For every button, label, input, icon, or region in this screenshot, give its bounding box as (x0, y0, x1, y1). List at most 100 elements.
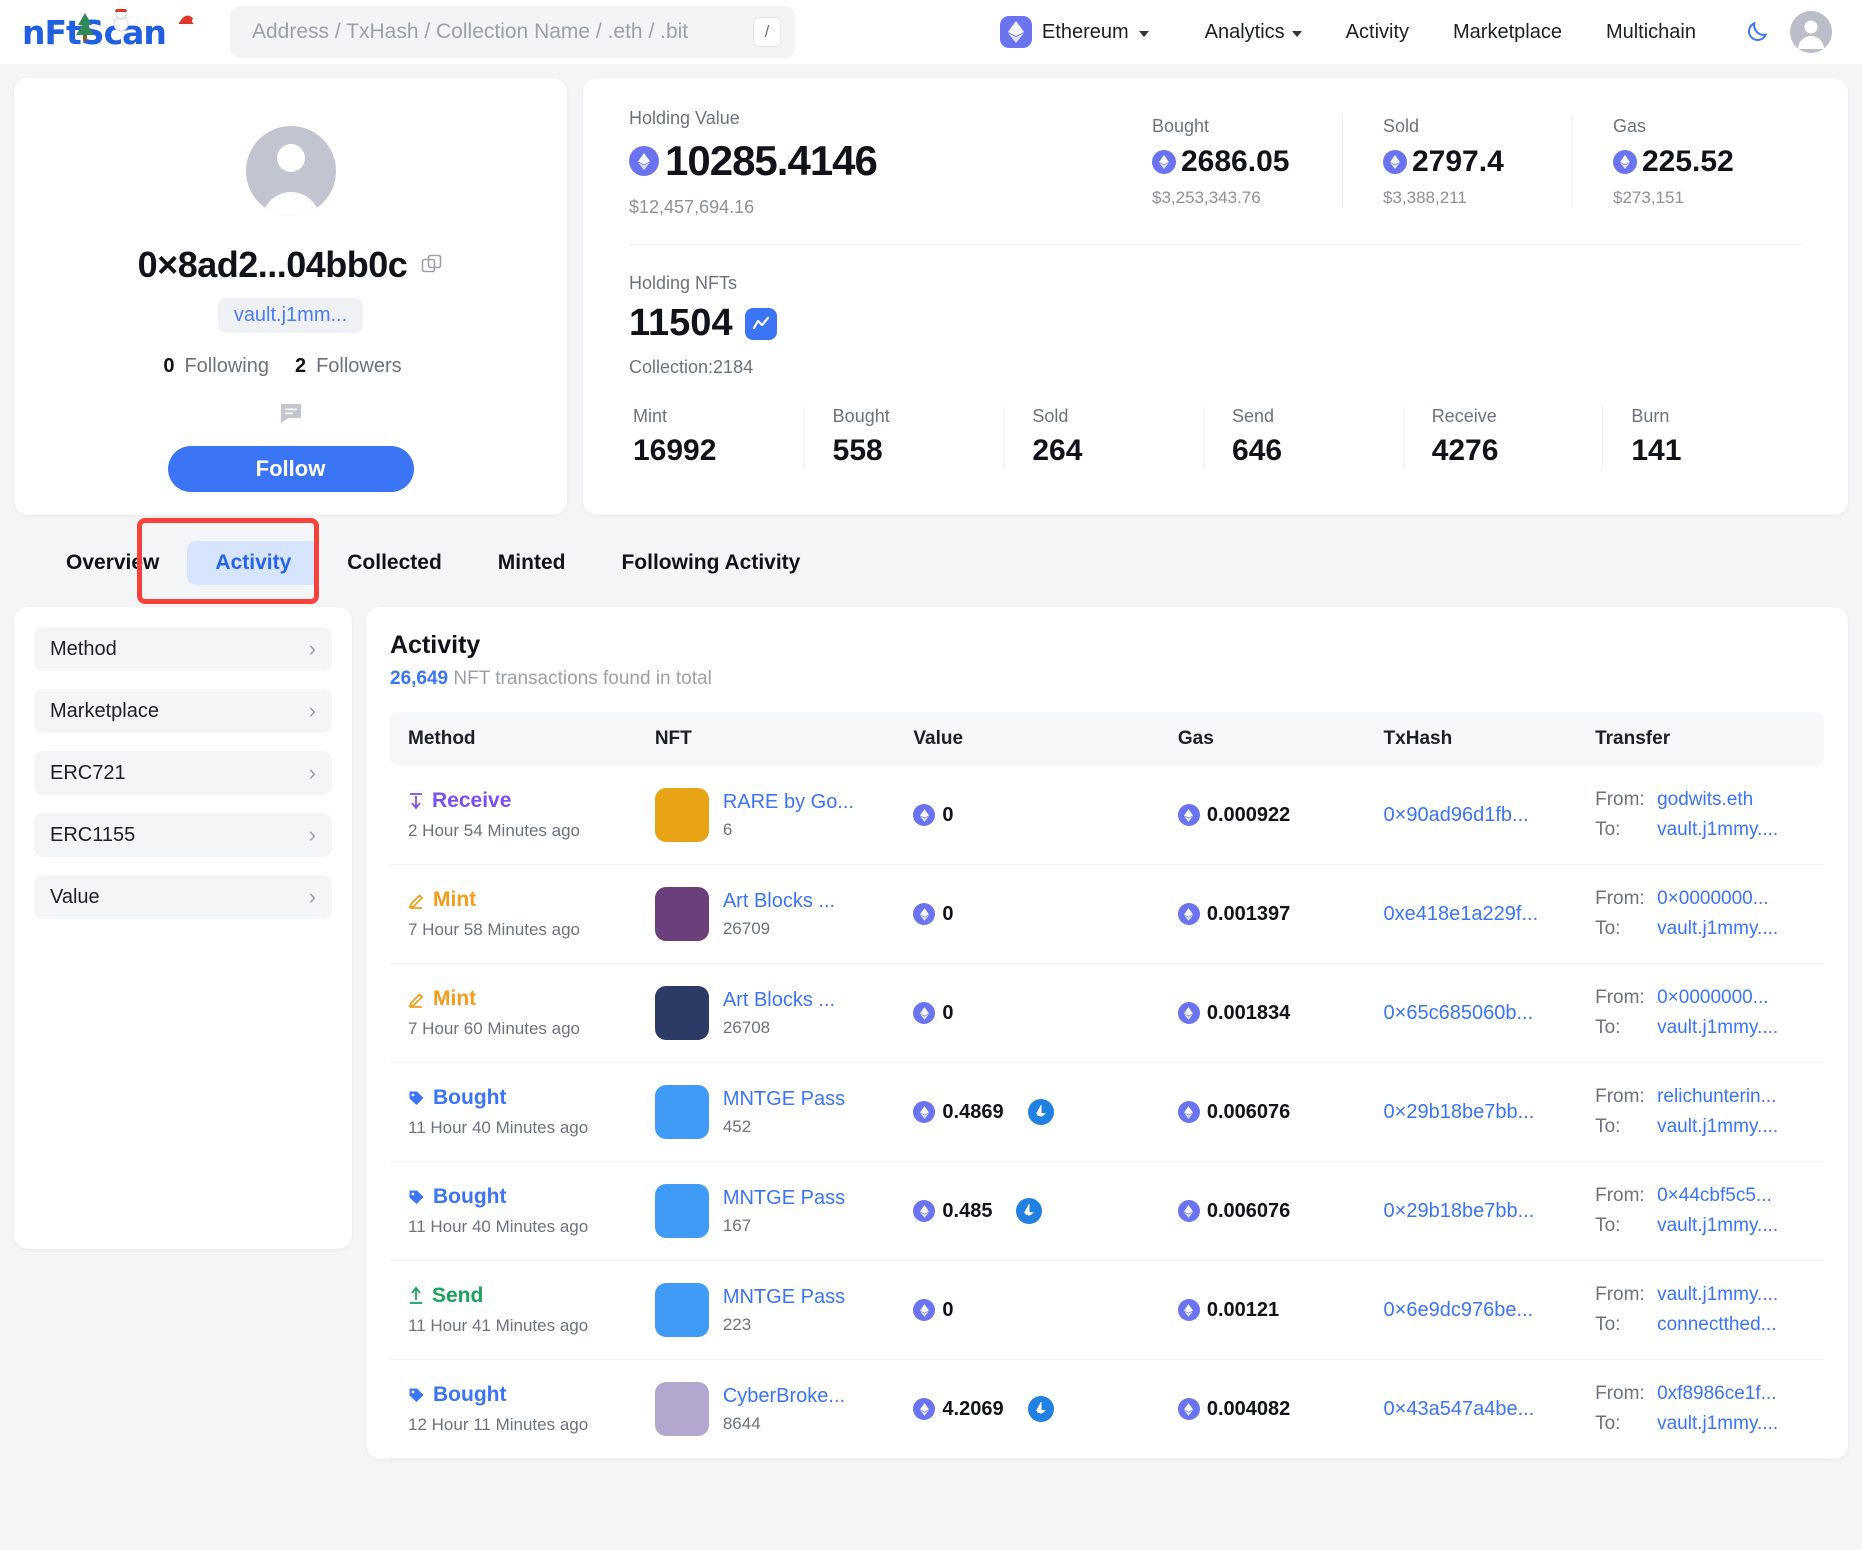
method-receive[interactable]: Receive (408, 789, 637, 813)
nft-name[interactable]: MNTGE Pass (723, 1088, 845, 1110)
txhash-link[interactable]: 0×29b18be7bb... (1384, 1101, 1535, 1123)
filter-value[interactable]: Value › (34, 875, 332, 919)
method-mint[interactable]: Mint (408, 888, 637, 912)
copy-icon[interactable] (421, 254, 443, 276)
opensea-icon[interactable] (1016, 1198, 1042, 1224)
transfer-to-value[interactable]: vault.j1mmy.... (1657, 819, 1778, 841)
nav-item-analytics[interactable]: Analytics (1183, 21, 1324, 44)
gas-amount: 0.00121 (1178, 1299, 1366, 1322)
transfer-from-value[interactable]: 0×44cbf5c5... (1657, 1185, 1772, 1207)
txhash-link[interactable]: 0×90ad96d1fb... (1384, 804, 1529, 826)
nft-thumbnail[interactable] (655, 1382, 709, 1436)
method-mint[interactable]: Mint (408, 987, 637, 1011)
nft-name[interactable]: CyberBroke... (723, 1385, 845, 1407)
nft-name[interactable]: MNTGE Pass (723, 1187, 845, 1209)
row-timestamp: 11 Hour 40 Minutes ago (408, 1217, 637, 1237)
table-row[interactable]: Mint7 Hour 58 Minutes agoArt Blocks ...2… (390, 865, 1824, 964)
profile-tabs: Overview Activity Collected Minted Follo… (14, 515, 1848, 585)
value-amount: 0.4869 (913, 1101, 1003, 1124)
transfer-to-value[interactable]: connectthed... (1657, 1314, 1776, 1336)
table-row[interactable]: Receive2 Hour 54 Minutes agoRARE by Go..… (390, 766, 1824, 865)
opensea-icon[interactable] (1028, 1099, 1054, 1125)
tab-following-activity[interactable]: Following Activity (593, 541, 828, 585)
ens-name-pill[interactable]: vault.j1mm... (218, 298, 363, 333)
transfer-to-value[interactable]: vault.j1mmy.... (1657, 1017, 1778, 1039)
following-label[interactable]: Following (184, 355, 268, 378)
filter-erc721[interactable]: ERC721 › (34, 751, 332, 795)
filter-method[interactable]: Method › (34, 627, 332, 671)
transfer-to-value[interactable]: vault.j1mmy.... (1657, 918, 1778, 940)
transfer-from-value[interactable]: vault.j1mmy.... (1657, 1284, 1778, 1306)
chain-selector[interactable]: Ethereum (1000, 16, 1149, 48)
message-icon[interactable] (278, 400, 304, 426)
method-bought[interactable]: Bought (408, 1383, 637, 1407)
txhash-link[interactable]: 0×6e9dc976be... (1384, 1299, 1534, 1321)
col-value[interactable]: Value (895, 712, 1159, 766)
txhash-link[interactable]: 0xe418e1a229f... (1384, 903, 1539, 925)
table-row[interactable]: Send11 Hour 41 Minutes agoMNTGE Pass2230… (390, 1261, 1824, 1360)
search-bar[interactable]: Address / TxHash / Collection Name / .et… (230, 6, 795, 58)
nav-item-marketplace[interactable]: Marketplace (1431, 21, 1584, 44)
nft-name[interactable]: Art Blocks ... (723, 890, 835, 912)
method-bought[interactable]: Bought (408, 1086, 637, 1110)
followers-count: 2 (295, 355, 306, 378)
opensea-icon[interactable] (1028, 1396, 1054, 1422)
nft-name[interactable]: Art Blocks ... (723, 989, 835, 1011)
nft-thumbnail[interactable] (655, 1283, 709, 1337)
nftscan-logo[interactable]: nFtScan (22, 9, 192, 55)
stat-sold: Sold 2797.4 $3,388,211 (1342, 116, 1572, 208)
transfer-to-label: To: (1595, 819, 1647, 841)
txhash-link[interactable]: 0×65c685060b... (1384, 1002, 1534, 1024)
txhash-link[interactable]: 0×43a547a4be... (1384, 1398, 1535, 1420)
tab-minted[interactable]: Minted (470, 541, 594, 585)
method-bought[interactable]: Bought (408, 1185, 637, 1209)
count-send-value: 646 (1232, 434, 1403, 468)
count-sold-value: 264 (1032, 434, 1203, 468)
nft-thumbnail[interactable] (655, 887, 709, 941)
tab-activity[interactable]: Activity (187, 541, 319, 585)
count-bought: Bought 558 (804, 406, 1004, 468)
nft-name[interactable]: MNTGE Pass (723, 1286, 845, 1308)
transfer-from-value[interactable]: relichunterin... (1657, 1086, 1776, 1108)
transfer-from-value[interactable]: 0xf8986ce1f... (1657, 1383, 1776, 1405)
tab-collected[interactable]: Collected (319, 541, 470, 585)
col-transfer[interactable]: Transfer (1577, 712, 1824, 766)
nft-thumbnail[interactable] (655, 788, 709, 842)
transfer-from-value[interactable]: godwits.eth (1657, 789, 1753, 811)
follow-button[interactable]: Follow (168, 446, 414, 492)
filter-marketplace[interactable]: Marketplace › (34, 689, 332, 733)
search-input[interactable]: Address / TxHash / Collection Name / .et… (252, 20, 753, 44)
nft-thumbnail[interactable] (655, 1184, 709, 1238)
table-row[interactable]: Mint7 Hour 60 Minutes agoArt Blocks ...2… (390, 964, 1824, 1063)
tab-overview[interactable]: Overview (38, 541, 187, 585)
col-txhash[interactable]: TxHash (1366, 712, 1578, 766)
table-row[interactable]: Bought12 Hour 11 Minutes agoCyberBroke..… (390, 1360, 1824, 1459)
txhash-link[interactable]: 0×29b18be7bb... (1384, 1200, 1535, 1222)
cell-gas: 0.001834 (1160, 964, 1366, 1063)
col-method[interactable]: Method (390, 712, 637, 766)
dark-mode-icon[interactable] (1744, 19, 1770, 45)
table-row[interactable]: Bought11 Hour 40 Minutes agoMNTGE Pass16… (390, 1162, 1824, 1261)
user-avatar[interactable] (1790, 11, 1832, 53)
nav-item-activity[interactable]: Activity (1324, 21, 1431, 44)
filter-erc1155[interactable]: ERC1155 › (34, 813, 332, 857)
trend-chart-icon[interactable] (745, 308, 777, 340)
method-send[interactable]: Send (408, 1284, 637, 1308)
transfer-from-value[interactable]: 0×0000000... (1657, 888, 1768, 910)
row-timestamp: 7 Hour 58 Minutes ago (408, 920, 637, 940)
holding-value: 10285.4146 (665, 137, 877, 185)
nft-thumbnail[interactable] (655, 986, 709, 1040)
transfer-to-value[interactable]: vault.j1mmy.... (1657, 1215, 1778, 1237)
nft-name[interactable]: RARE by Go... (723, 791, 854, 813)
nft-thumbnail[interactable] (655, 1085, 709, 1139)
transfer-to-value[interactable]: vault.j1mmy.... (1657, 1116, 1778, 1138)
col-nft[interactable]: NFT (637, 712, 896, 766)
nav-item-multichain[interactable]: Multichain (1584, 21, 1718, 44)
transfer-to-value[interactable]: vault.j1mmy.... (1657, 1413, 1778, 1435)
count-sold: Sold 264 (1003, 406, 1203, 468)
col-gas[interactable]: Gas (1160, 712, 1366, 766)
count-mint-value: 16992 (633, 434, 804, 468)
table-row[interactable]: Bought11 Hour 40 Minutes agoMNTGE Pass45… (390, 1063, 1824, 1162)
transfer-from-value[interactable]: 0×0000000... (1657, 987, 1768, 1009)
followers-label[interactable]: Followers (316, 355, 402, 378)
